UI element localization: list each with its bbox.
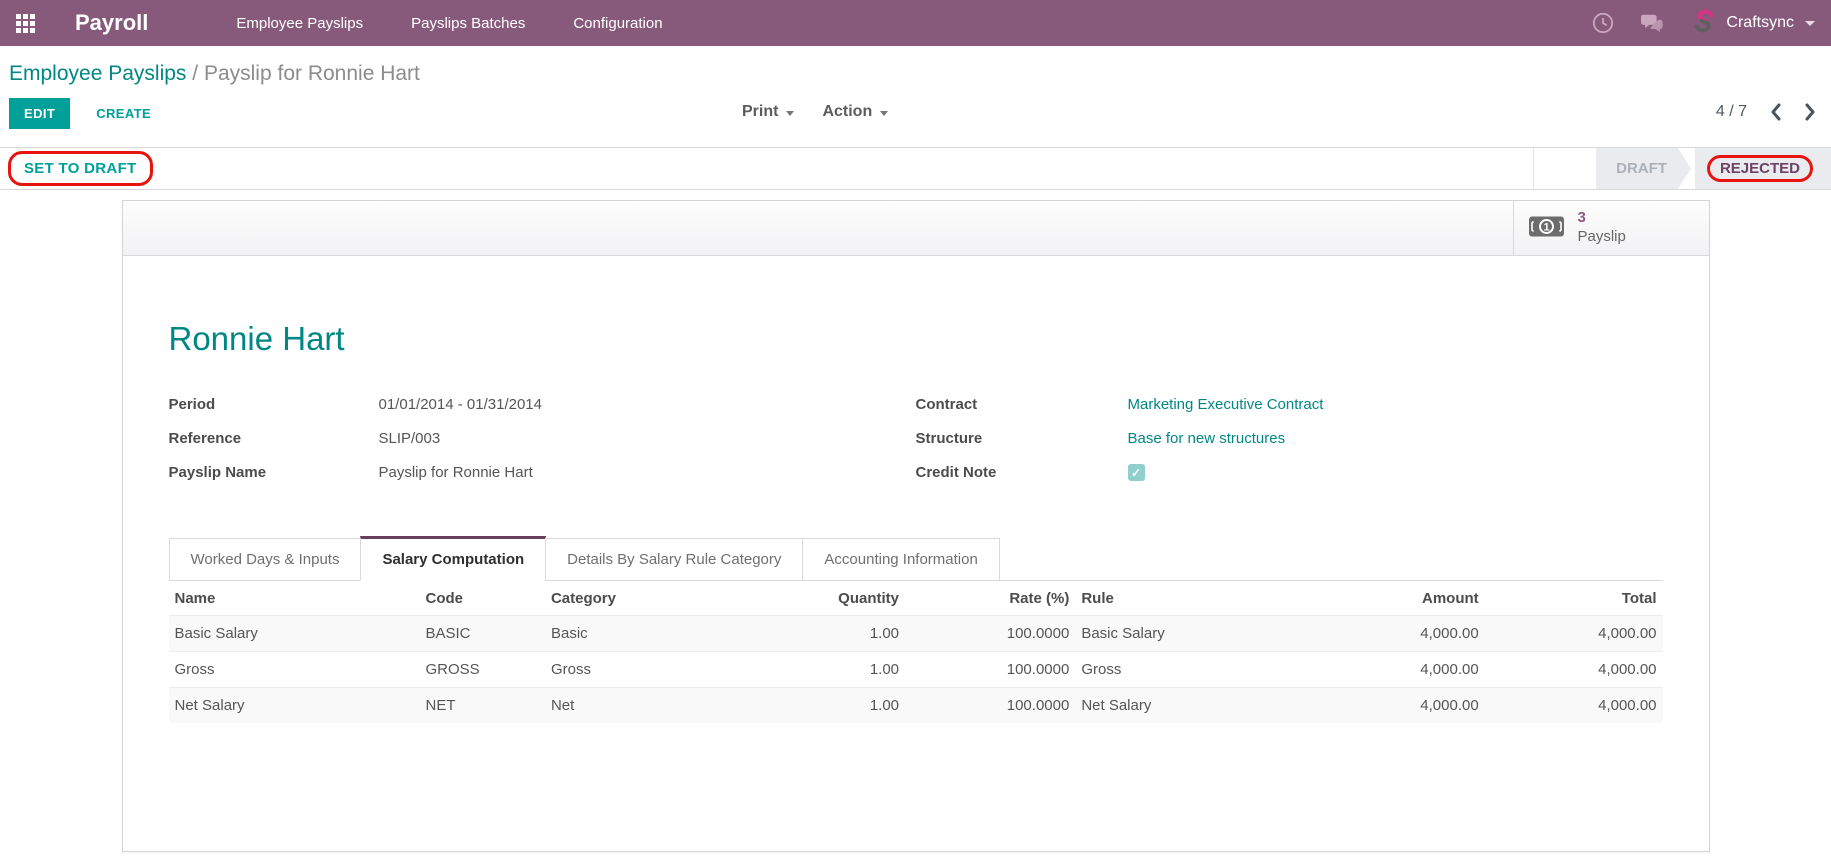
col-header-rate[interactable]: Rate (%) [905,581,1075,616]
breadcrumb-current: Payslip for Ronnie Hart [204,62,420,85]
notebook-tabs: Worked Days & Inputs Salary Computation … [169,536,1663,581]
breadcrumb-separator: / [192,62,198,85]
tab-details-by-salary-rule-category[interactable]: Details By Salary Rule Category [545,538,803,581]
payslip-form-card: 1 3 Payslip Ronnie Hart Period 01/01/201 [122,200,1710,852]
user-name: Craftsync [1726,14,1794,32]
top-navbar: Payroll Employee Payslips Payslips Batch… [0,0,1831,46]
field-value-reference: SLIP/003 [379,428,441,462]
annotation-rejected: REJECTED [1707,155,1813,182]
salary-lines-table: Name Code Category Quantity Rate (%) Rul… [169,581,1663,723]
field-group-left: Period 01/01/2014 - 01/31/2014 Reference… [169,394,916,496]
col-header-name[interactable]: Name [169,581,420,616]
control-panel: EDIT CREATE Print Action 4 / 7 [0,98,1831,138]
svg-text:1: 1 [1543,222,1549,234]
status-step-draft[interactable]: DRAFT [1596,148,1691,189]
messages-chat-icon[interactable] [1640,12,1665,34]
payslip-stat-label: Payslip [1578,228,1626,247]
record-pager: 4 / 7 [1716,103,1817,121]
edit-button[interactable]: EDIT [9,98,70,129]
button-box: 1 3 Payslip [123,201,1709,256]
breadcrumb: Employee Payslips / Payslip for Ronnie H… [0,46,1831,90]
app-title[interactable]: Payroll [75,10,148,36]
form-view: 1 3 Payslip Ronnie Hart Period 01/01/201 [0,190,1831,852]
col-header-rule[interactable]: Rule [1075,581,1322,616]
field-label-contract: Contract [916,394,1128,428]
field-label-credit-note: Credit Note [916,462,1128,496]
payslip-count: 3 [1578,209,1626,228]
action-dropdown[interactable]: Action [822,103,888,121]
status-step-rejected[interactable]: REJECTED [1695,148,1831,189]
annotation-set-to-draft: SET TO DRAFT [8,151,153,186]
chevron-down-icon [880,111,888,116]
nav-menu: Employee Payslips Payslips Batches Confi… [236,15,662,32]
user-menu[interactable]: Craftsync [1691,8,1815,39]
user-avatar [1691,8,1717,39]
chevron-down-icon [786,111,794,116]
record-title: Ronnie Hart [169,320,1663,358]
field-value-structure[interactable]: Base for new structures [1128,428,1286,462]
tab-salary-computation[interactable]: Salary Computation [360,536,546,581]
chevron-down-icon [1805,21,1815,26]
nav-item-payslips-batches[interactable]: Payslips Batches [411,15,525,32]
field-label-structure: Structure [916,428,1128,462]
nav-item-configuration[interactable]: Configuration [573,15,662,32]
print-dropdown[interactable]: Print [742,103,794,121]
pager-value: 4 / 7 [1716,103,1747,121]
statusbar: SET TO DRAFT DRAFT REJECTED [0,147,1831,190]
table-row[interactable]: Basic Salary BASIC Basic 1.00 100.0000 B… [169,616,1663,652]
nav-item-employee-payslips[interactable]: Employee Payslips [236,15,363,32]
col-header-amount[interactable]: Amount [1322,581,1485,616]
form-sheet: Ronnie Hart Period 01/01/2014 - 01/31/20… [123,256,1709,749]
table-header-row: Name Code Category Quantity Rate (%) Rul… [169,581,1663,616]
col-header-total[interactable]: Total [1485,581,1663,616]
col-header-category[interactable]: Category [545,581,699,616]
create-button[interactable]: CREATE [96,106,151,121]
col-header-quantity[interactable]: Quantity [699,581,905,616]
table-row[interactable]: Net Salary NET Net 1.00 100.0000 Net Sal… [169,688,1663,724]
field-value-payslip-name: Payslip for Ronnie Hart [379,462,533,496]
field-label-payslip-name: Payslip Name [169,462,379,496]
field-value-contract[interactable]: Marketing Executive Contract [1128,394,1324,428]
field-label-period: Period [169,394,379,428]
credit-note-checkbox [1128,464,1145,481]
tab-worked-days-inputs[interactable]: Worked Days & Inputs [169,538,362,581]
pager-previous-icon[interactable] [1769,103,1782,121]
field-label-reference: Reference [169,428,379,462]
field-group-right: Contract Marketing Executive Contract St… [916,394,1663,496]
field-value-period: 01/01/2014 - 01/31/2014 [379,394,542,428]
payslip-stat-button[interactable]: 1 3 Payslip [1513,201,1709,255]
set-to-draft-button[interactable]: SET TO DRAFT [24,160,137,177]
table-row[interactable]: Gross GROSS Gross 1.00 100.0000 Gross 4,… [169,652,1663,688]
tab-accounting-information[interactable]: Accounting Information [802,538,999,581]
activities-clock-icon[interactable] [1592,12,1614,34]
col-header-code[interactable]: Code [419,581,544,616]
money-icon: 1 [1528,214,1565,242]
apps-grid-icon[interactable] [16,14,35,33]
pager-next-icon[interactable] [1804,103,1817,121]
breadcrumb-parent[interactable]: Employee Payslips [9,62,186,85]
